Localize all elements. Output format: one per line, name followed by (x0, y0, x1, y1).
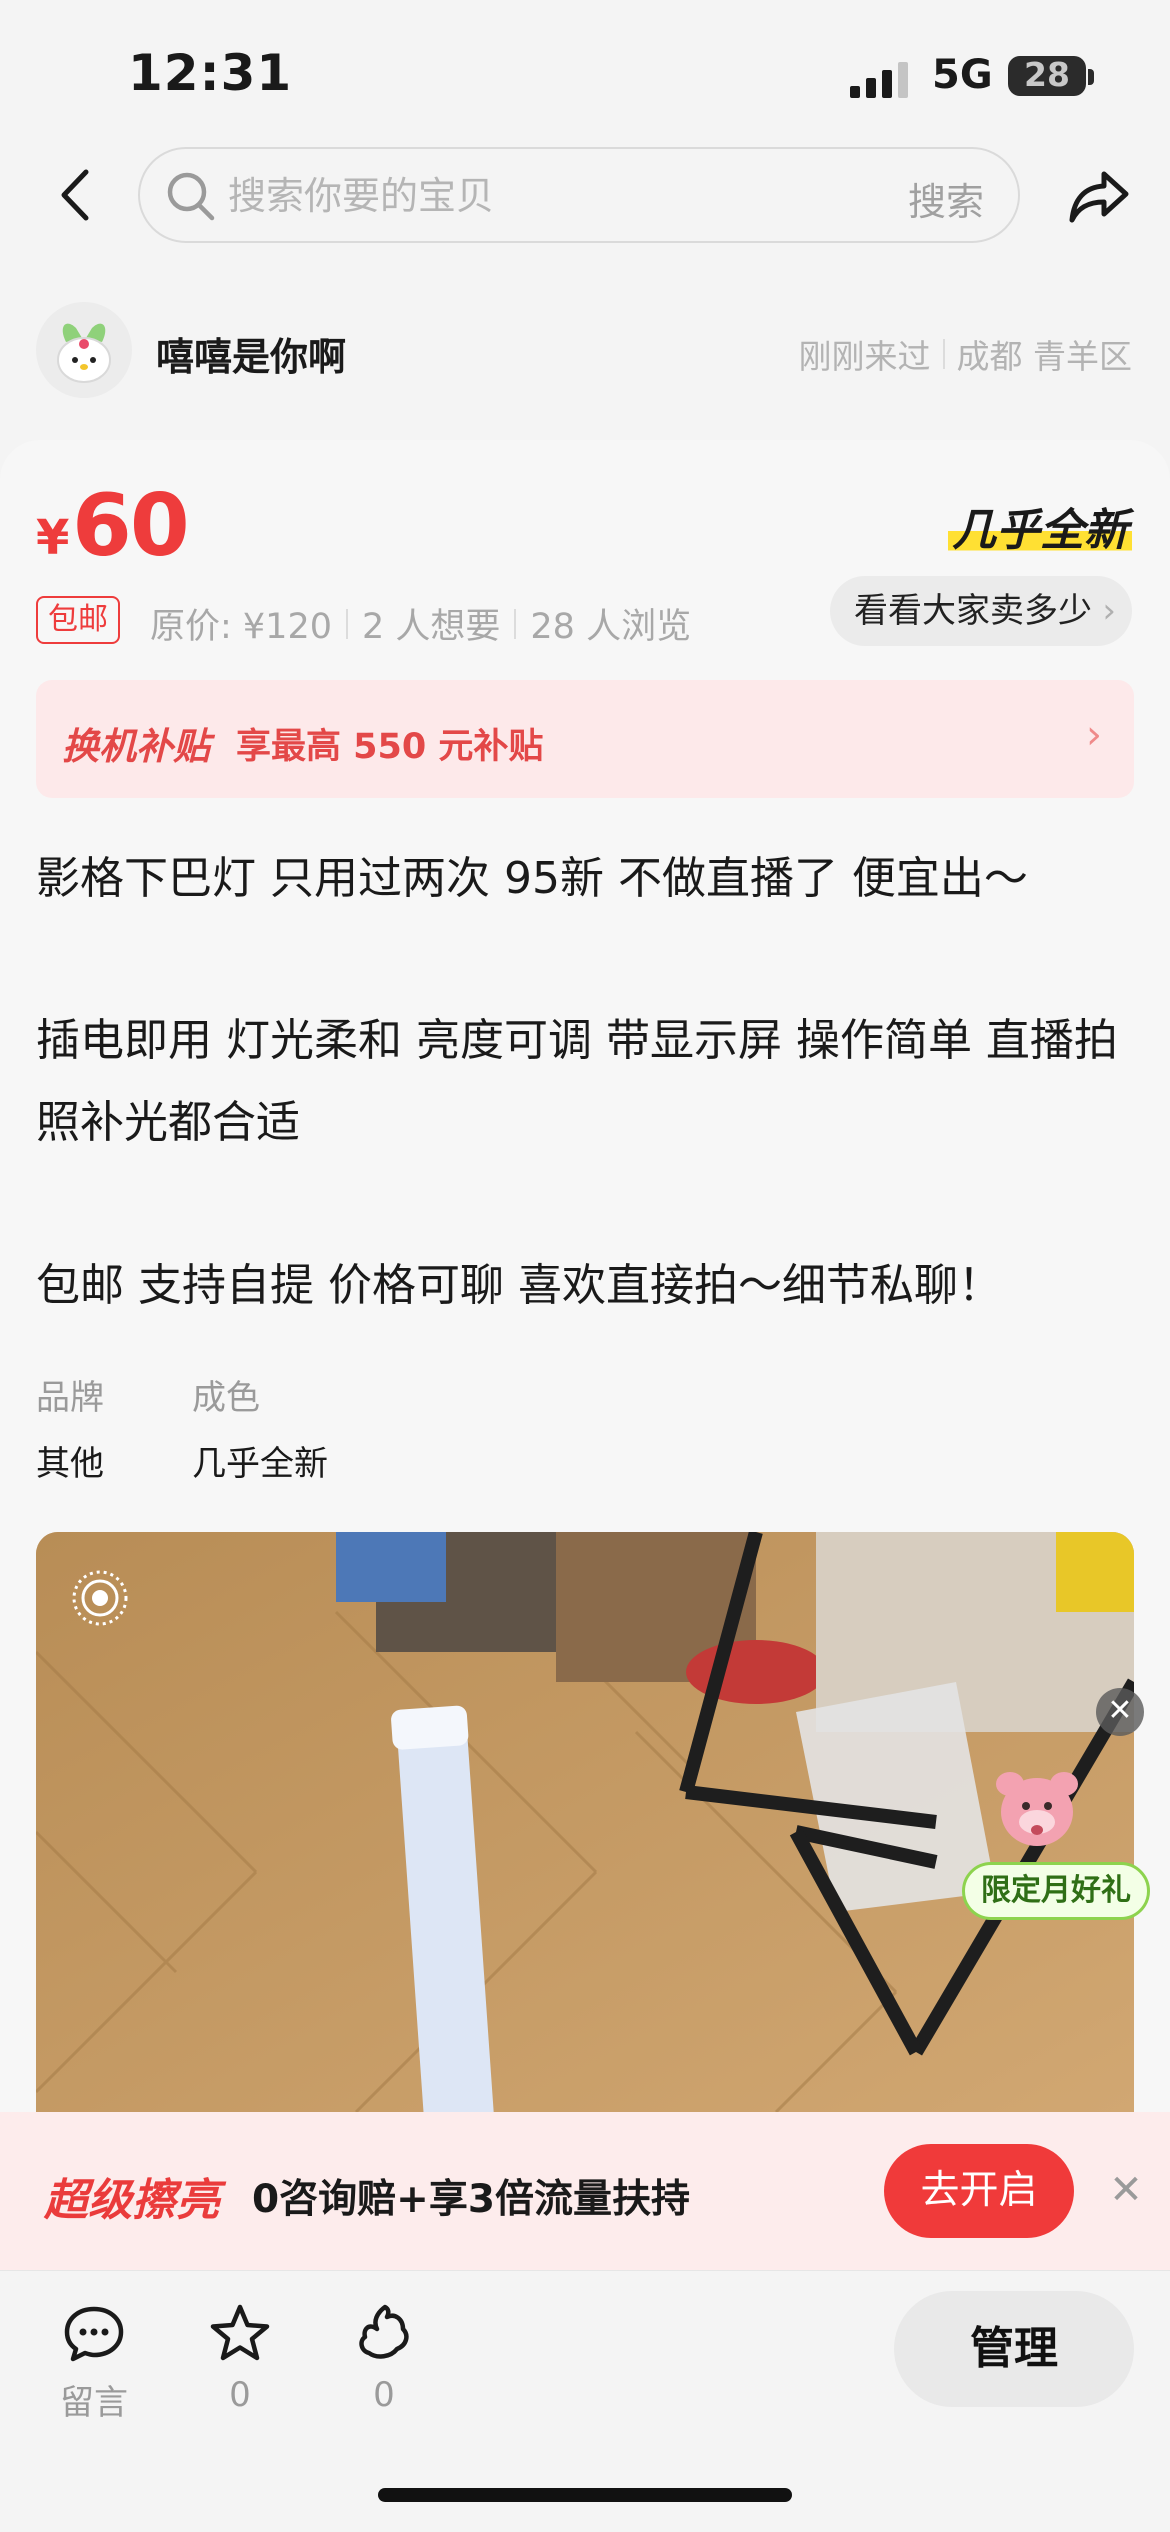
live-photo-icon[interactable] (70, 1568, 130, 1628)
signal-icon (850, 62, 908, 98)
price: 60 (72, 476, 190, 576)
subsidy-label: 换机补贴 (62, 725, 210, 768)
attribute-label-brand: 品牌 (36, 1378, 104, 1418)
comment-button[interactable]: 留言 (44, 2301, 144, 2424)
close-icon[interactable]: ✕ (1104, 2168, 1148, 2212)
description-paragraph: 影格下巴灯 只用过两次 95新 不做直播了 便宜出～ (36, 853, 1028, 904)
listing-stats: 原价: ¥120 2 人想要 28 人浏览 (150, 598, 691, 649)
attribute-value-condition: 几乎全新 (192, 1444, 328, 1484)
manage-button[interactable]: 管理 (894, 2291, 1134, 2407)
seller-location: 成都 青羊区 (956, 337, 1133, 376)
search-button[interactable]: 搜索 (908, 171, 984, 226)
search-icon (167, 172, 215, 221)
description-paragraph: 插电即用 灯光柔和 亮度可调 带显示屏 操作简单 直播拍照补光都合适 (36, 1015, 1118, 1148)
star-icon (210, 2304, 270, 2361)
kitty-avatar-icon (57, 323, 111, 383)
favorite-button[interactable]: 0 (190, 2301, 290, 2415)
status-bar: 12:31 5G 28 (0, 0, 1170, 150)
subsidy-banner[interactable]: 换机补贴 享最高 550 元补贴 › (36, 680, 1134, 798)
share-icon[interactable] (1064, 160, 1134, 230)
seller-name[interactable]: 嘻嘻是你啊 (156, 326, 346, 381)
seller-meta: 刚刚来过 成都 青羊区 (799, 330, 1133, 378)
like-icon (359, 2304, 409, 2359)
gift-close-button[interactable]: ✕ (1096, 1688, 1144, 1736)
gift-mascot-icon[interactable] (982, 1750, 1092, 1860)
promo-banner: 超级擦亮 0咨询赔+享3倍流量扶持 去开启 ✕ (0, 2112, 1170, 2270)
compare-price-button[interactable]: 看看大家卖多少 › (830, 576, 1132, 646)
compare-price-label: 看看大家卖多少 (854, 591, 1092, 631)
product-photo-image (36, 1532, 1134, 2112)
condition-tag: 几乎全新 (948, 494, 1132, 558)
divider (942, 339, 945, 369)
attribute-label-condition: 成色 (192, 1378, 260, 1418)
divider (346, 608, 348, 639)
home-indicator (378, 2488, 792, 2502)
comment-icon (64, 2306, 124, 2362)
divider (514, 608, 517, 639)
comment-label: 留言 (60, 2383, 128, 2423)
avatar[interactable] (36, 302, 132, 398)
like-button[interactable]: 0 (334, 2301, 434, 2415)
favorite-count: 0 (229, 2375, 251, 2415)
chevron-right-icon: › (1102, 591, 1116, 631)
promo-title: 超级擦亮 (44, 2175, 220, 2226)
original-price: 原价: ¥120 (150, 607, 332, 647)
subsidy-text: 享最高 550 元补贴 (236, 727, 544, 767)
promo-text: 0咨询赔+享3倍流量扶持 (252, 2177, 690, 2222)
back-button[interactable] (50, 160, 100, 230)
price-symbol: ¥ (36, 510, 70, 566)
battery-cap (1088, 69, 1094, 85)
attribute-value-brand: 其他 (36, 1444, 104, 1484)
search-box[interactable]: 搜索 (138, 147, 1020, 243)
battery-level: 28 (1024, 55, 1070, 94)
search-input[interactable] (228, 169, 828, 223)
wants-count: 2 人想要 (362, 607, 501, 647)
description-paragraph: 包邮 支持自提 价格可聊 喜欢直接拍～细节私聊！ (36, 1260, 1002, 1311)
promo-enable-button[interactable]: 去开启 (884, 2144, 1074, 2238)
product-photo[interactable] (36, 1532, 1134, 2112)
free-shipping-badge: 包邮 (36, 596, 120, 644)
chevron-right-icon: › (1086, 712, 1102, 758)
last-seen: 刚刚来过 (798, 337, 931, 376)
status-time: 12:31 (128, 44, 293, 102)
network-type: 5G (932, 52, 993, 98)
gift-badge[interactable]: 限定月好礼 (962, 1862, 1150, 1920)
views-count: 28 人浏览 (530, 607, 692, 647)
like-count: 0 (373, 2375, 395, 2415)
